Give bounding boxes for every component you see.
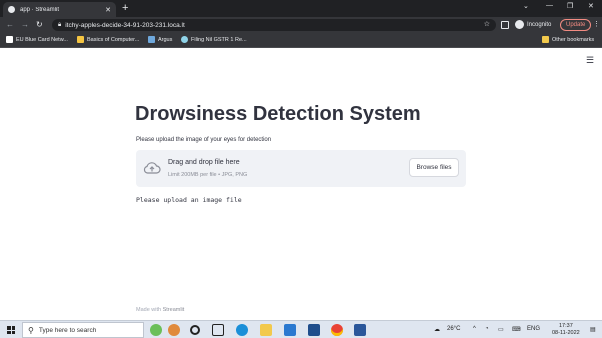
file-dropzone[interactable]: Drag and drop file here Limit 200MB per … [136, 150, 466, 187]
uploader-label: Please upload the image of your eyes for… [136, 137, 272, 143]
browser-tab[interactable]: app · Streamlit ✕ [3, 2, 116, 17]
incognito-icon [515, 20, 524, 29]
file-explorer-icon[interactable] [260, 324, 272, 336]
search-icon: ⚲ [28, 325, 34, 335]
temperature-text[interactable]: 26°C [447, 326, 460, 332]
window-close-icon[interactable]: ✕ [588, 2, 594, 10]
cortana-icon[interactable] [190, 325, 200, 335]
lock-icon: 🔒︎ [58, 21, 62, 28]
incognito-label: Incognito [527, 21, 552, 28]
restore-icon[interactable]: ❐ [567, 2, 573, 10]
battery-icon[interactable]: ▭ [498, 326, 504, 333]
bookmarks-bar: EU Blue Card Netw... Basics of Computer.… [0, 33, 602, 48]
back-icon[interactable]: ← [6, 20, 14, 29]
bookmark-favicon-icon [148, 36, 155, 43]
streamlit-link[interactable]: Streamlit [163, 307, 185, 313]
tab-close-icon[interactable]: ✕ [105, 6, 111, 14]
browser-toolbar: ← → ↻ 🔒︎ itchy-apples-decide-34-91-203-2… [0, 17, 602, 33]
url-text: itchy-apples-decide-34-91-203-231.loca.l… [65, 21, 185, 29]
chrome-menu-icon[interactable]: ⋮ [593, 20, 600, 28]
bookmark-favicon-icon [77, 36, 84, 43]
search-placeholder: Type here to search [38, 326, 97, 334]
dropzone-title: Drag and drop file here [168, 159, 240, 166]
weather-icon[interactable]: ☁ [434, 326, 440, 333]
windows-taskbar: ⚲ Type here to search ☁ 26°C ^ ◔ ▭ ⌨ ENG… [0, 320, 602, 338]
clock-date: 08-11-2022 [552, 330, 580, 336]
weather-widget-icon[interactable] [150, 324, 162, 336]
news-widget-icon[interactable] [168, 324, 180, 336]
footer: Made with Streamlit [136, 307, 184, 313]
store-icon[interactable] [308, 324, 320, 336]
info-message: Please upload an image file [136, 196, 242, 204]
footer-prefix: Made with [136, 307, 163, 313]
bookmark-item-argus[interactable]: Argus [148, 36, 172, 43]
edge-icon[interactable] [236, 324, 248, 336]
forward-icon[interactable]: → [21, 20, 29, 29]
address-bar[interactable]: 🔒︎ itchy-apples-decide-34-91-203-231.loc… [52, 19, 496, 31]
bookmark-favicon-icon [181, 36, 188, 43]
dropzone-limit-text: Limit 200MB per file • JPG, PNG [168, 172, 248, 178]
tab-title: app · Streamlit [20, 6, 60, 13]
streamlit-favicon-icon [8, 6, 15, 13]
incognito-profile[interactable]: Incognito [515, 20, 551, 29]
word-icon[interactable] [354, 324, 366, 336]
browse-files-button[interactable]: Browse files [409, 158, 459, 177]
bookmark-item-filing-nil-gstr[interactable]: Filing Nil GSTR 1 Re... [181, 36, 247, 43]
streamlit-page: ☰ Drowsiness Detection System Please upl… [0, 48, 602, 320]
other-bookmarks[interactable]: Other bookmarks [542, 36, 594, 43]
taskbar-search[interactable]: ⚲ Type here to search [22, 322, 144, 338]
bookmark-label: Basics of Computer... [87, 36, 140, 43]
bookmark-star-icon[interactable]: ☆ [484, 20, 490, 28]
bookmark-favicon-icon [6, 36, 13, 43]
notification-icon[interactable]: ▤ [590, 326, 596, 333]
reload-icon[interactable]: ↻ [36, 20, 43, 29]
bookmark-label: Argus [158, 36, 173, 43]
mail-icon[interactable] [284, 324, 296, 336]
bookmark-item-eu-blue-card[interactable]: EU Blue Card Netw... [6, 36, 68, 43]
keyboard-icon[interactable]: ⌨ [512, 326, 521, 333]
browser-titlebar: app · Streamlit ✕ + ⌄ — ❐ ✕ [0, 0, 602, 17]
folder-icon [542, 36, 549, 43]
page-title: Drowsiness Detection System [135, 103, 421, 125]
tray-chevron-icon[interactable]: ^ [473, 326, 476, 332]
other-bookmarks-label: Other bookmarks [552, 36, 595, 43]
update-button[interactable]: Update [560, 19, 592, 31]
windows-start-icon[interactable] [7, 326, 15, 334]
tab-search-icon[interactable]: ⌄ [523, 2, 529, 10]
bookmark-label: EU Blue Card Netw... [16, 36, 68, 43]
cloud-upload-icon [143, 162, 161, 174]
chrome-icon[interactable] [331, 324, 343, 336]
new-tab-icon[interactable]: + [122, 2, 128, 14]
bookmark-label: Filing Nil GSTR 1 Re... [191, 36, 247, 43]
clock-time: 17:37 [558, 323, 573, 329]
system-clock[interactable]: 17:37 08-11-2022 [552, 323, 580, 337]
bookmark-item-basics-of-computer[interactable]: Basics of Computer... [77, 36, 139, 43]
network-icon[interactable]: ◔ [485, 326, 489, 332]
language-indicator[interactable]: ENG [527, 326, 540, 332]
minimize-icon[interactable]: — [546, 2, 553, 9]
task-view-icon[interactable] [212, 324, 224, 336]
hamburger-menu-icon[interactable]: ☰ [586, 55, 594, 66]
side-panel-icon[interactable] [501, 21, 509, 29]
